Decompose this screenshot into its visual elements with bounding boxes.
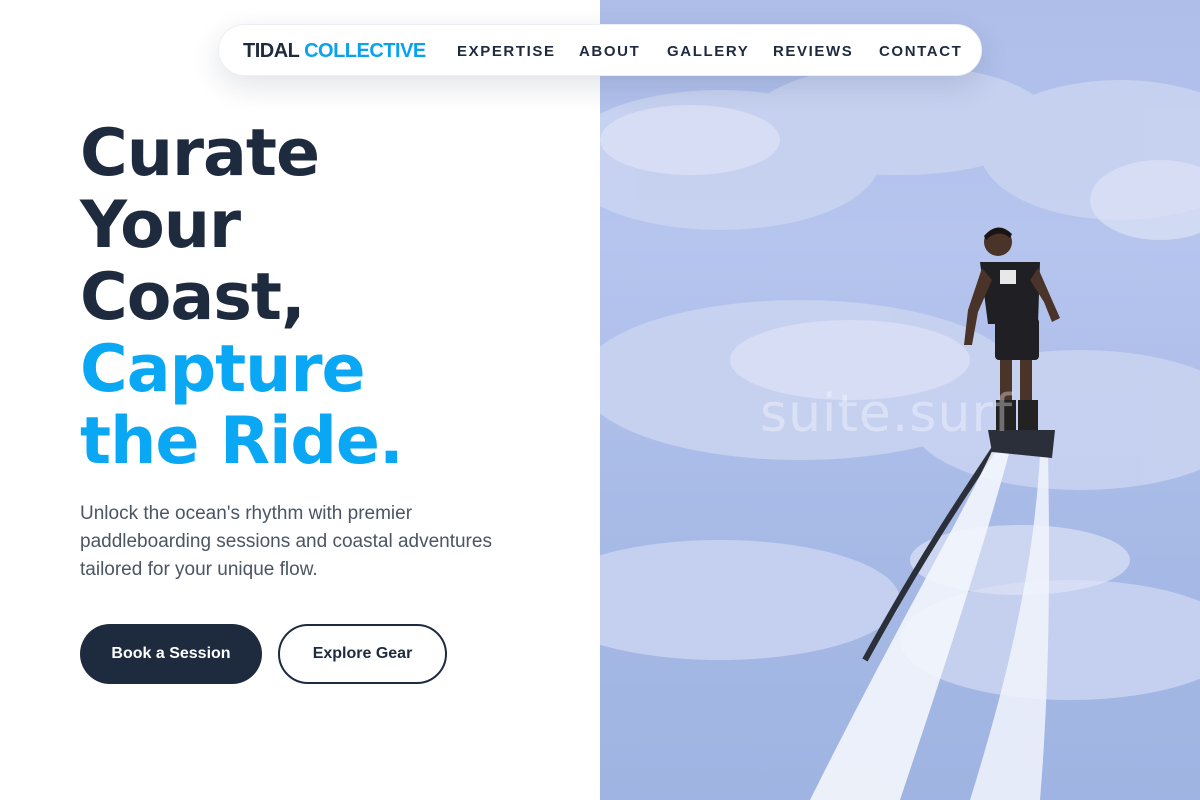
nav-link-reviews[interactable]: REVIEWS [773, 43, 853, 60]
brand-name-part1: TIDAL [243, 40, 300, 62]
nav-link-expertise[interactable]: EXPERTISE [457, 43, 556, 60]
headline-line-1: Curate [80, 116, 320, 191]
nav-link-contact[interactable]: CONTACT [879, 43, 962, 60]
watermark-text: suite.surf [760, 384, 1014, 444]
explore-gear-button[interactable]: Explore Gear [278, 624, 447, 684]
top-navigation: TIDAL COLLECTIVE EXPERTISE ABOUT GALLERY… [218, 24, 982, 76]
brand-logo[interactable]: TIDAL COLLECTIVE [243, 40, 426, 63]
hero-photo: suite.surf [600, 0, 1200, 800]
nav-link-gallery[interactable]: GALLERY [667, 43, 749, 60]
nav-link-about[interactable]: ABOUT [579, 43, 640, 60]
headline-line-4: Capture [80, 332, 366, 407]
headline-line-5: the Ride. [80, 404, 404, 479]
brand-name-part2: COLLECTIVE [304, 40, 426, 62]
book-session-button[interactable]: Book a Session [80, 624, 262, 684]
hero-subtext: Unlock the ocean's rhythm with premier p… [80, 503, 492, 580]
headline-line-3: Coast, [80, 260, 306, 335]
headline-line-2: Your [80, 188, 241, 263]
hero-headline: Curate Your Coast, Capture the Ride. [80, 116, 404, 479]
